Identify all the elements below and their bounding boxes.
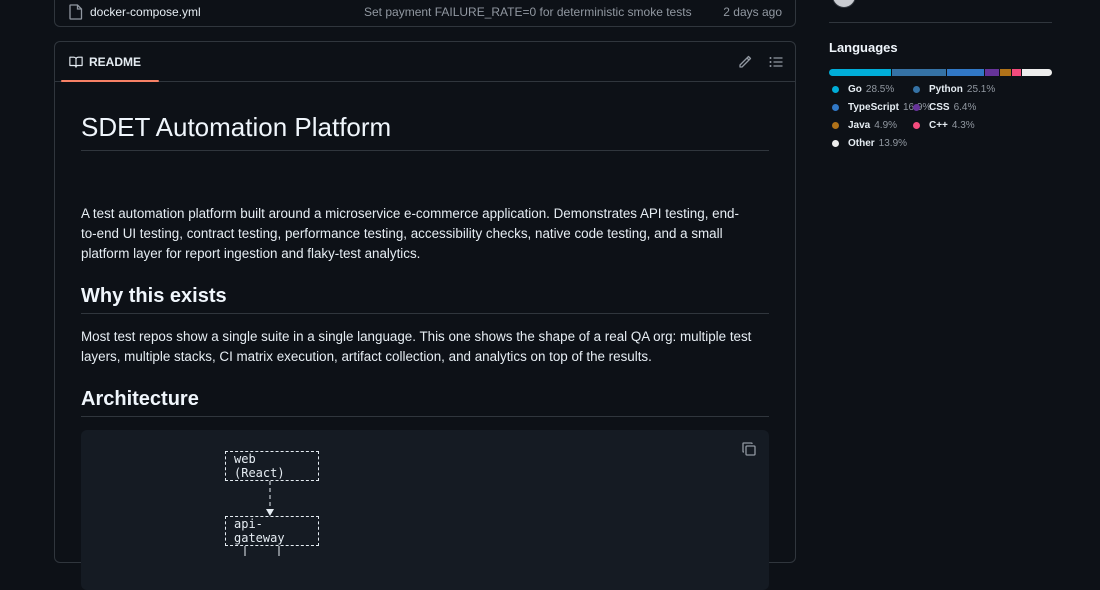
language-color-dot (832, 86, 839, 93)
file-row[interactable]: docker-compose.yml Set payment FAILURE_R… (54, 0, 796, 27)
copy-icon[interactable] (741, 441, 757, 457)
language-item-other[interactable]: Other 13.9% (832, 138, 907, 149)
language-percent: 6.4% (953, 102, 977, 113)
language-color-dot (832, 140, 839, 147)
language-item-c[interactable]: C++ 4.3% (913, 120, 975, 131)
language-color-dot (913, 86, 920, 93)
commit-date: 2 days ago (723, 5, 782, 19)
language-bar-segment-css (984, 69, 999, 76)
language-bar-segment-java (999, 69, 1011, 76)
list-icon[interactable] (768, 54, 784, 70)
language-item-python[interactable]: Python 25.1% (913, 84, 995, 95)
book-icon (69, 56, 83, 68)
readme-header: README (55, 42, 795, 82)
language-bar-segment-go (829, 69, 891, 76)
language-percent: 13.9% (878, 138, 908, 149)
language-bar-segment-other (1021, 69, 1052, 76)
language-percent: 28.5% (865, 84, 895, 95)
languages-title: Languages (829, 40, 898, 55)
language-percent: 4.9% (874, 120, 898, 131)
sidebar-divider (829, 22, 1052, 23)
language-color-dot (832, 104, 839, 111)
language-name: Java (848, 120, 871, 131)
heading-architecture: Architecture (81, 388, 769, 417)
readme-tab[interactable]: README (60, 42, 160, 82)
language-bar-segment-typescript (947, 69, 984, 76)
readme-panel: README SDET Automation Platform A test a… (54, 41, 796, 590)
language-color-dot (832, 122, 839, 129)
language-name: Python (929, 84, 963, 95)
language-name: TypeScript (848, 102, 899, 113)
diagram-arrow (266, 481, 274, 516)
diagram-connector (244, 546, 280, 556)
diagram-node-api-gateway: api-gateway (225, 516, 319, 546)
architecture-code-block: web (React) api-gateway (81, 430, 769, 590)
language-name: C++ (929, 120, 948, 131)
readme-intro: A test automation platform built around … (81, 206, 739, 261)
language-name: Other (848, 138, 875, 149)
diagram-node-web: web (React) (225, 451, 319, 481)
readme-tab-label: README (89, 54, 142, 69)
language-name: Go (848, 84, 862, 95)
language-percent: 4.3% (951, 120, 975, 131)
file-name-link[interactable]: docker-compose.yml (90, 5, 201, 19)
language-name: CSS (929, 102, 950, 113)
language-color-dot (913, 104, 920, 111)
heading-why-this-exists: Why this exists (81, 285, 769, 314)
file-icon (69, 4, 83, 20)
why-text: Most test repos show a single suite in a… (81, 329, 752, 364)
language-percent: 25.1% (966, 84, 996, 95)
language-bar-segment-python (891, 69, 947, 76)
language-item-css[interactable]: CSS 6.4% (913, 102, 976, 113)
commit-message-link[interactable]: Set payment FAILURE_RATE=0 for determini… (364, 5, 692, 19)
language-item-go[interactable]: Go 28.5% (832, 84, 894, 95)
language-color-dot (913, 122, 920, 129)
avatar[interactable] (832, 0, 856, 8)
languages-bar (829, 69, 1052, 76)
language-item-java[interactable]: Java 4.9% (832, 120, 897, 131)
language-bar-segment-c (1011, 69, 1021, 76)
pencil-icon[interactable] (737, 54, 753, 70)
readme-title: SDET Automation Platform (81, 112, 769, 151)
